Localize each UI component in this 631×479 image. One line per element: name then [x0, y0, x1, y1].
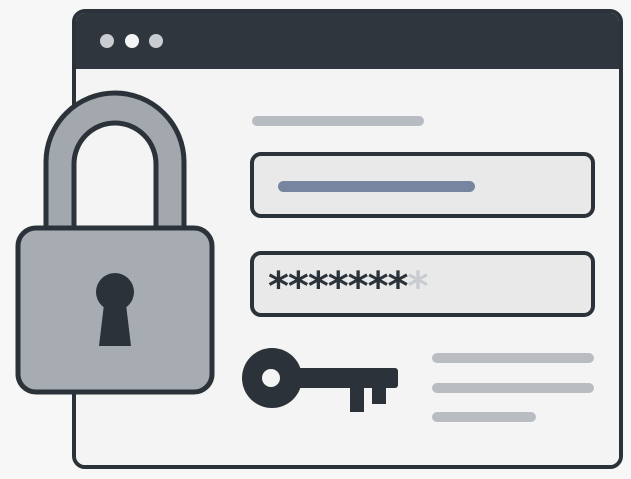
username-field[interactable] — [250, 152, 595, 218]
form-heading-placeholder — [252, 116, 424, 126]
window-dot-1[interactable] — [100, 34, 114, 48]
password-mask-faded-char: * — [407, 264, 428, 310]
password-mask-text: ******* — [268, 264, 408, 310]
window-dot-3[interactable] — [149, 34, 163, 48]
password-mask: ******** — [268, 262, 428, 312]
username-text-placeholder — [278, 181, 475, 192]
window-titlebar — [76, 13, 619, 69]
padlock-icon — [15, 90, 215, 395]
info-text-line-3 — [432, 412, 536, 422]
window-dot-2[interactable] — [125, 34, 139, 48]
padlock-shackle — [43, 90, 187, 235]
password-field[interactable]: ******** — [250, 251, 595, 317]
key-icon — [242, 348, 398, 412]
info-text-line-2 — [432, 383, 594, 393]
security-login-illustration: ******** — [0, 0, 631, 479]
info-text-line-1 — [432, 353, 594, 363]
